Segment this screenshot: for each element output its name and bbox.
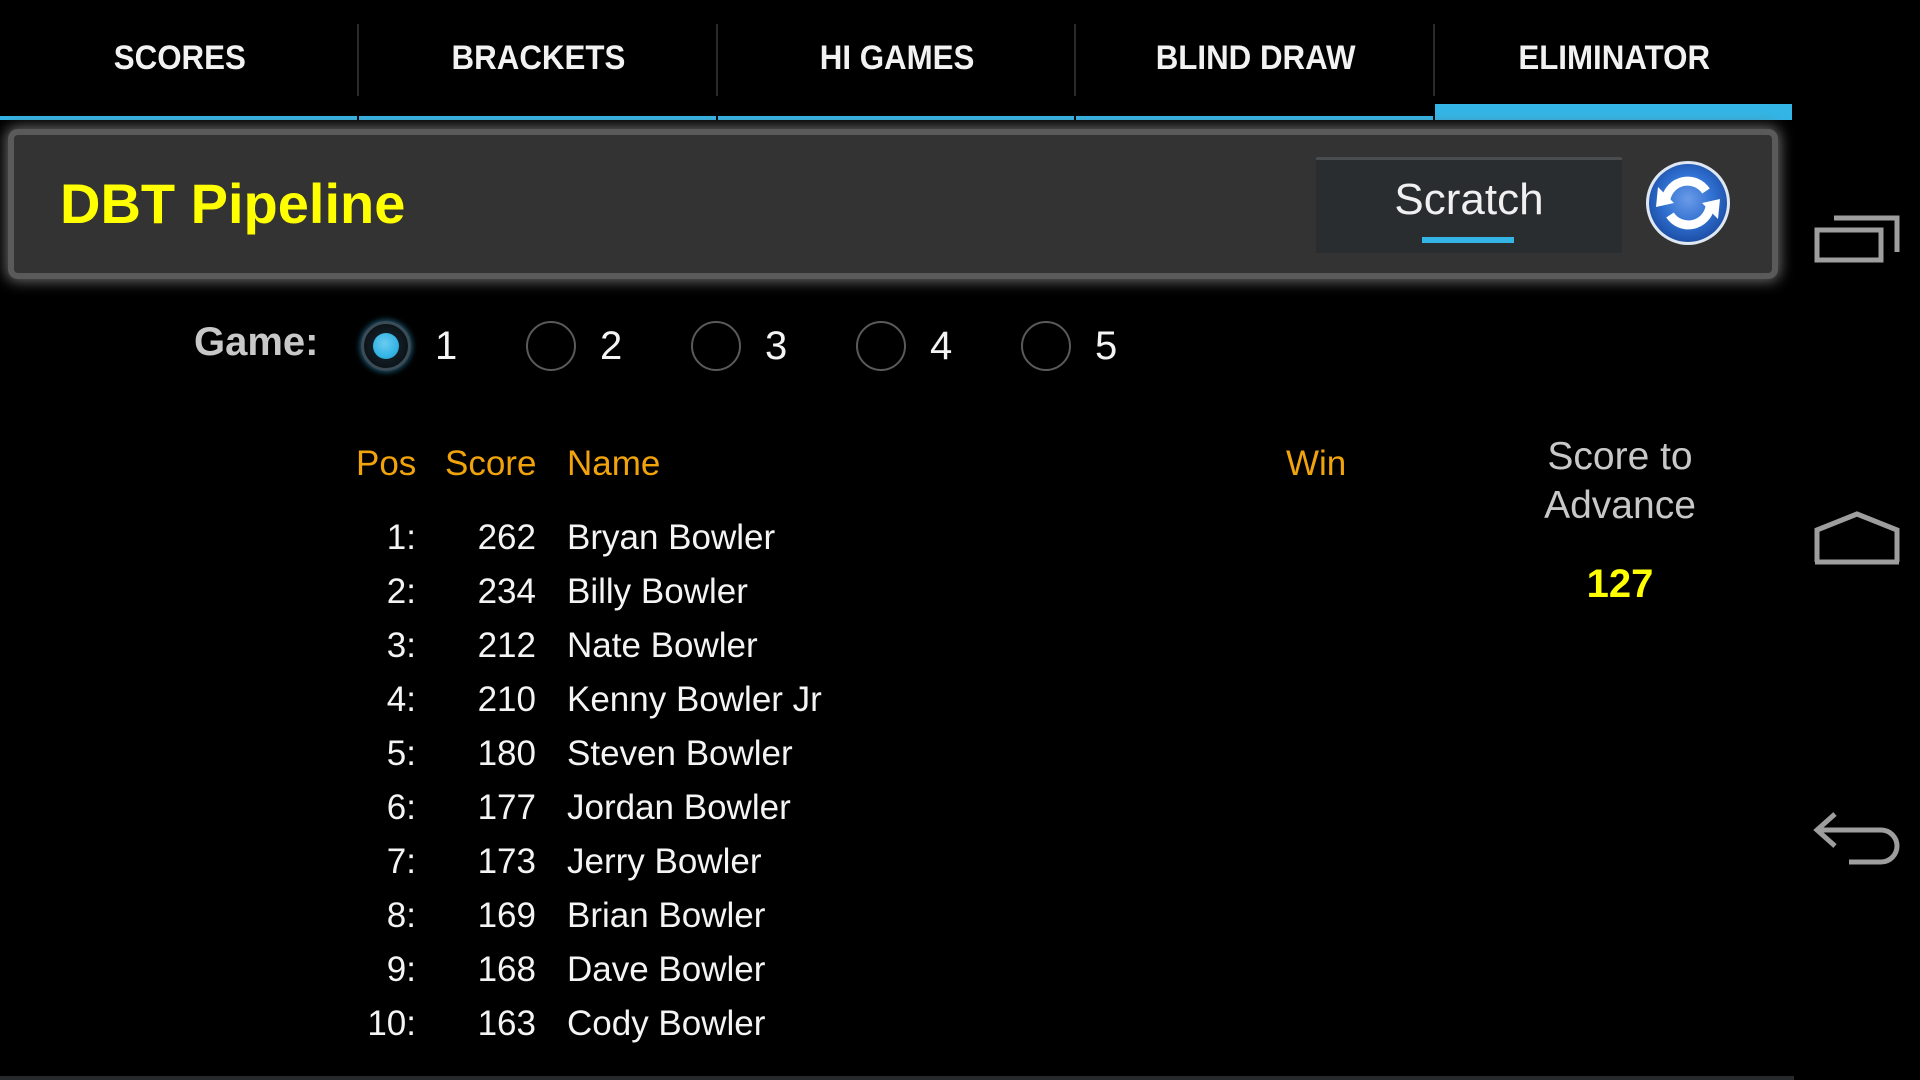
tab-scores[interactable]: SCORES bbox=[0, 0, 359, 120]
score-cell: 234 bbox=[477, 572, 536, 611]
tab-underline bbox=[358, 116, 716, 120]
game-radio-5[interactable]: 5 bbox=[1021, 318, 1117, 374]
scratch-toggle-button[interactable]: Scratch bbox=[1316, 157, 1622, 253]
score-cell: 169 bbox=[477, 896, 536, 935]
name-cell: Cody Bowler bbox=[567, 1004, 766, 1043]
tab-underline bbox=[0, 116, 357, 120]
table-row: 2: 234 Billy Bowler bbox=[0, 572, 1000, 626]
name-cell: Bryan Bowler bbox=[567, 518, 776, 557]
radio-label: 5 bbox=[1095, 323, 1118, 368]
advance-label-line1: Score to bbox=[1547, 435, 1693, 478]
radio-circle bbox=[361, 321, 411, 371]
column-header-pos: Pos bbox=[356, 444, 417, 483]
radio-circle bbox=[856, 321, 906, 371]
score-cell: 210 bbox=[477, 680, 536, 719]
tab-active-indicator bbox=[1435, 104, 1792, 120]
tab-label: ELIMINATOR bbox=[1518, 38, 1711, 77]
tab-label: HI GAMES bbox=[819, 38, 975, 77]
name-cell: Kenny Bowler Jr bbox=[567, 680, 822, 719]
game-radio-2[interactable]: 2 bbox=[526, 318, 622, 374]
refresh-button[interactable] bbox=[1644, 159, 1732, 247]
name-cell: Jordan Bowler bbox=[567, 788, 791, 827]
radio-circle bbox=[526, 321, 576, 371]
score-cell: 168 bbox=[477, 950, 536, 989]
radio-dot bbox=[373, 333, 399, 359]
radio-circle bbox=[691, 321, 741, 371]
column-header-name: Name bbox=[567, 444, 661, 483]
game-radio-3[interactable]: 3 bbox=[691, 318, 787, 374]
name-cell: Jerry Bowler bbox=[567, 842, 762, 881]
position-cell: 5: bbox=[386, 734, 416, 773]
game-label: Game: bbox=[194, 320, 319, 364]
main-content: SCORES BRACKETS HI GAMES BLIND DRAW ELIM bbox=[0, 0, 1794, 1080]
name-cell: Brian Bowler bbox=[567, 896, 766, 935]
score-to-advance-value: 127 bbox=[1586, 562, 1654, 606]
back-icon bbox=[1813, 812, 1900, 865]
refresh-icon bbox=[1646, 161, 1730, 245]
table-row: 7: 173 Jerry Bowler bbox=[0, 842, 1000, 896]
radio-circle bbox=[1021, 321, 1071, 371]
name-cell: Billy Bowler bbox=[567, 572, 748, 611]
recent-apps-button[interactable] bbox=[1794, 190, 1920, 290]
score-cell: 177 bbox=[477, 788, 536, 827]
recent-apps-icon bbox=[1814, 215, 1900, 263]
bottom-divider bbox=[0, 1076, 1794, 1080]
header-panel: DBT Pipeline Scratch bbox=[14, 135, 1772, 273]
position-cell: 7: bbox=[386, 842, 416, 881]
scratch-indicator bbox=[1422, 237, 1514, 243]
column-header-win: Win bbox=[1286, 444, 1347, 483]
tab-bar: SCORES BRACKETS HI GAMES BLIND DRAW ELIM bbox=[0, 0, 1794, 120]
score-cell: 163 bbox=[477, 1004, 536, 1043]
table-row: 10: 163 Cody Bowler bbox=[0, 1004, 1000, 1058]
name-cell: Dave Bowler bbox=[567, 950, 766, 989]
table-row: 4: 210 Kenny Bowler Jr bbox=[0, 680, 1000, 734]
score-cell: 180 bbox=[477, 734, 536, 773]
name-cell: Steven Bowler bbox=[567, 734, 793, 773]
table-row: 3: 212 Nate Bowler bbox=[0, 626, 1000, 680]
radio-label: 1 bbox=[435, 323, 458, 368]
position-cell: 10: bbox=[367, 1004, 416, 1043]
table-row: 9: 168 Dave Bowler bbox=[0, 950, 1000, 1004]
game-selector: Game: 1 2 3 4 5 bbox=[0, 312, 1300, 382]
tab-label: BRACKETS bbox=[451, 38, 626, 77]
tab-brackets[interactable]: BRACKETS bbox=[358, 0, 718, 120]
tab-hi-games[interactable]: HI GAMES bbox=[717, 0, 1077, 120]
home-button[interactable] bbox=[1794, 490, 1920, 590]
table-row: 6: 177 Jordan Bowler bbox=[0, 788, 1000, 842]
tab-underline bbox=[1076, 116, 1434, 120]
tab-underline bbox=[717, 116, 1075, 120]
scratch-label: Scratch bbox=[1394, 174, 1544, 224]
tab-eliminator[interactable]: ELIMINATOR bbox=[1435, 0, 1794, 120]
position-cell: 3: bbox=[386, 626, 416, 665]
name-cell: Nate Bowler bbox=[567, 626, 758, 665]
column-header-score: Score bbox=[445, 444, 537, 483]
score-cell: 262 bbox=[477, 518, 536, 557]
position-cell: 9: bbox=[386, 950, 416, 989]
game-radio-1[interactable]: 1 bbox=[361, 318, 457, 374]
tab-label: BLIND DRAW bbox=[1155, 38, 1356, 77]
page-title: DBT Pipeline bbox=[60, 172, 406, 235]
score-to-advance-label: Score to Advance bbox=[1490, 432, 1750, 530]
score-cell: 212 bbox=[477, 626, 536, 665]
home-icon bbox=[1814, 511, 1900, 565]
tab-label: SCORES bbox=[113, 38, 246, 77]
tab-blind-draw[interactable]: BLIND DRAW bbox=[1076, 0, 1436, 120]
game-radio-4[interactable]: 4 bbox=[856, 318, 952, 374]
system-nav-bar bbox=[1794, 0, 1920, 1080]
radio-label: 4 bbox=[930, 323, 953, 368]
table-row: 1: 262 Bryan Bowler bbox=[0, 518, 1000, 572]
radio-label: 2 bbox=[600, 323, 623, 368]
position-cell: 4: bbox=[386, 680, 416, 719]
score-cell: 173 bbox=[477, 842, 536, 881]
position-cell: 1: bbox=[386, 518, 416, 557]
radio-label: 3 bbox=[765, 323, 788, 368]
table-row: 5: 180 Steven Bowler bbox=[0, 734, 1000, 788]
app-root: SCORES BRACKETS HI GAMES BLIND DRAW ELIM bbox=[0, 0, 1920, 1080]
position-cell: 8: bbox=[386, 896, 416, 935]
table-row: 8: 169 Brian Bowler bbox=[0, 896, 1000, 950]
position-cell: 6: bbox=[386, 788, 416, 827]
back-button[interactable] bbox=[1794, 790, 1920, 890]
position-cell: 2: bbox=[386, 572, 416, 611]
advance-label-line2: Advance bbox=[1544, 484, 1696, 527]
